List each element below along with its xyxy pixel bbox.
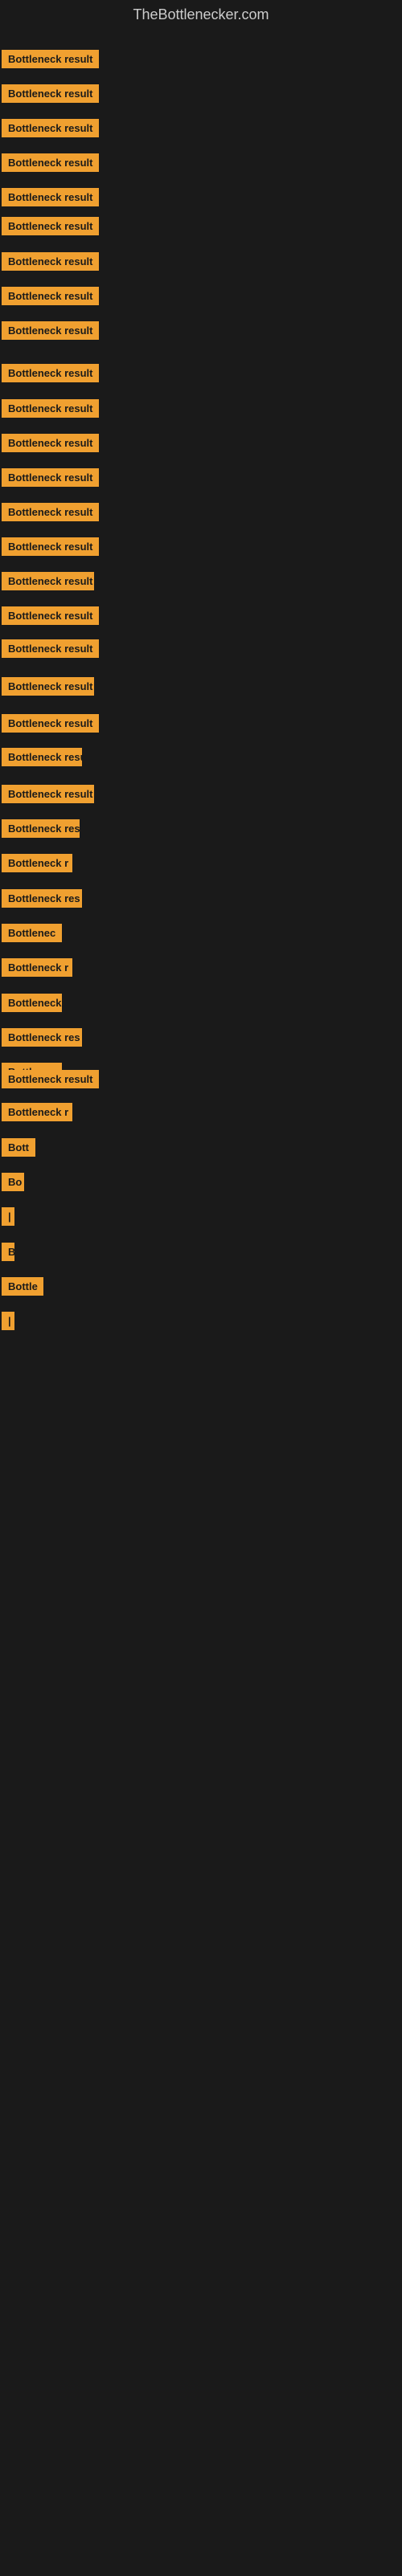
bottleneck-item: Bottle <box>2 1277 43 1300</box>
bottleneck-badge: Bottleneck result <box>2 188 99 206</box>
bottleneck-badge: Bottleneck result <box>2 153 99 172</box>
bottleneck-item: Bottleneck result <box>2 1070 99 1092</box>
bottleneck-item: B <box>2 1243 14 1265</box>
bottleneck-badge: | <box>2 1207 14 1226</box>
bottleneck-badge: Bottleneck result <box>2 1070 99 1088</box>
bottleneck-item: Bottleneck r <box>2 1103 72 1125</box>
bottleneck-item: | <box>2 1312 14 1334</box>
bottleneck-item: Bottleneck res <box>2 889 82 912</box>
bottleneck-badge: Bott <box>2 1138 35 1157</box>
bottleneck-item: Bottleneck result <box>2 321 99 344</box>
bottleneck-item: Bottleneck result <box>2 119 99 141</box>
bottleneck-item: Bottlenec <box>2 924 62 946</box>
bottleneck-badge: Bottle <box>2 1277 43 1296</box>
bottleneck-item: Bottleneck result <box>2 399 99 422</box>
bottleneck-badge: Bottleneck result <box>2 748 82 766</box>
bottleneck-item: Bott <box>2 1138 35 1161</box>
bottleneck-item: Bottleneck result <box>2 606 99 629</box>
bottleneck-item: Bottleneck result <box>2 364 99 386</box>
bottleneck-badge: Bottleneck result <box>2 468 99 487</box>
bottleneck-badge: Bottleneck r <box>2 958 72 977</box>
bottleneck-badge: Bottleneck result <box>2 714 99 733</box>
bottleneck-badge: Bottleneck result <box>2 50 99 68</box>
bottleneck-badge: Bottleneck r <box>2 854 72 872</box>
bottleneck-item: Bottleneck result <box>2 785 94 807</box>
bottleneck-item: Bottleneck result <box>2 84 99 107</box>
bottleneck-item: Bottleneck result <box>2 252 99 275</box>
bottleneck-item: Bottleneck result <box>2 503 99 525</box>
bottleneck-item: Bottleneck result <box>2 434 99 456</box>
bottleneck-badge: Bottleneck result <box>2 364 99 382</box>
bottleneck-item: Bottleneck result <box>2 639 99 662</box>
site-title: TheBottlenecker.com <box>0 0 402 30</box>
bottleneck-badge: Bottleneck result <box>2 252 99 271</box>
bottleneck-item: Bottleneck result <box>2 572 94 594</box>
bottleneck-item: Bottleneck result <box>2 50 99 72</box>
bottleneck-item: Bottleneck result <box>2 468 99 491</box>
bottleneck-badge: B <box>2 1243 14 1261</box>
bottleneck-item: Bottleneck result <box>2 819 80 842</box>
bottleneck-item: Bottleneck result <box>2 714 99 737</box>
bottleneck-badge: Bottleneck result <box>2 84 99 103</box>
bottleneck-badge: Bottleneck res <box>2 889 82 908</box>
bottleneck-badge: Bottleneck result <box>2 785 94 803</box>
bottleneck-item: Bottleneck res <box>2 1028 82 1051</box>
bottleneck-item: Bottleneck result <box>2 287 99 309</box>
bottleneck-badge: Bottlenec <box>2 924 62 942</box>
bottleneck-badge: Bottleneck result <box>2 321 99 340</box>
bottleneck-badge: Bottleneck result <box>2 639 99 658</box>
bottleneck-badge: Bo <box>2 1173 24 1191</box>
bottleneck-item: Bottleneck r <box>2 958 72 981</box>
bottleneck-badge: Bottleneck r <box>2 1103 72 1121</box>
bottleneck-badge: Bottleneck result <box>2 217 99 235</box>
bottleneck-badge: Bottleneck <box>2 994 62 1012</box>
bottleneck-item: Bottleneck result <box>2 748 82 770</box>
bottleneck-badge: Bottleneck result <box>2 677 94 696</box>
bottleneck-badge: Bottleneck res <box>2 1028 82 1047</box>
bottleneck-badge: Bottleneck result <box>2 399 99 418</box>
bottleneck-badge: Bottleneck result <box>2 606 99 625</box>
bottleneck-item: Bottleneck r <box>2 854 72 876</box>
bottleneck-badge: Bottleneck result <box>2 572 94 590</box>
bottleneck-item: Bottleneck result <box>2 153 99 176</box>
bottleneck-badge: Bottleneck result <box>2 434 99 452</box>
bottleneck-badge: Bottleneck result <box>2 537 99 556</box>
bottleneck-item: Bo <box>2 1173 24 1195</box>
bottleneck-badge: Bottleneck result <box>2 503 99 521</box>
bottleneck-item: Bottleneck result <box>2 537 99 560</box>
bottleneck-item: Bottleneck result <box>2 217 99 239</box>
bottleneck-badge: Bottleneck result <box>2 119 99 137</box>
bottleneck-item: Bottleneck <box>2 994 62 1016</box>
bottleneck-badge: Bottleneck result <box>2 819 80 838</box>
bottleneck-item: Bottleneck result <box>2 188 99 210</box>
bottleneck-badge: | <box>2 1312 14 1330</box>
bottleneck-item: Bottleneck result <box>2 677 94 700</box>
bottleneck-item: | <box>2 1207 14 1230</box>
bottleneck-badge: Bottleneck result <box>2 287 99 305</box>
